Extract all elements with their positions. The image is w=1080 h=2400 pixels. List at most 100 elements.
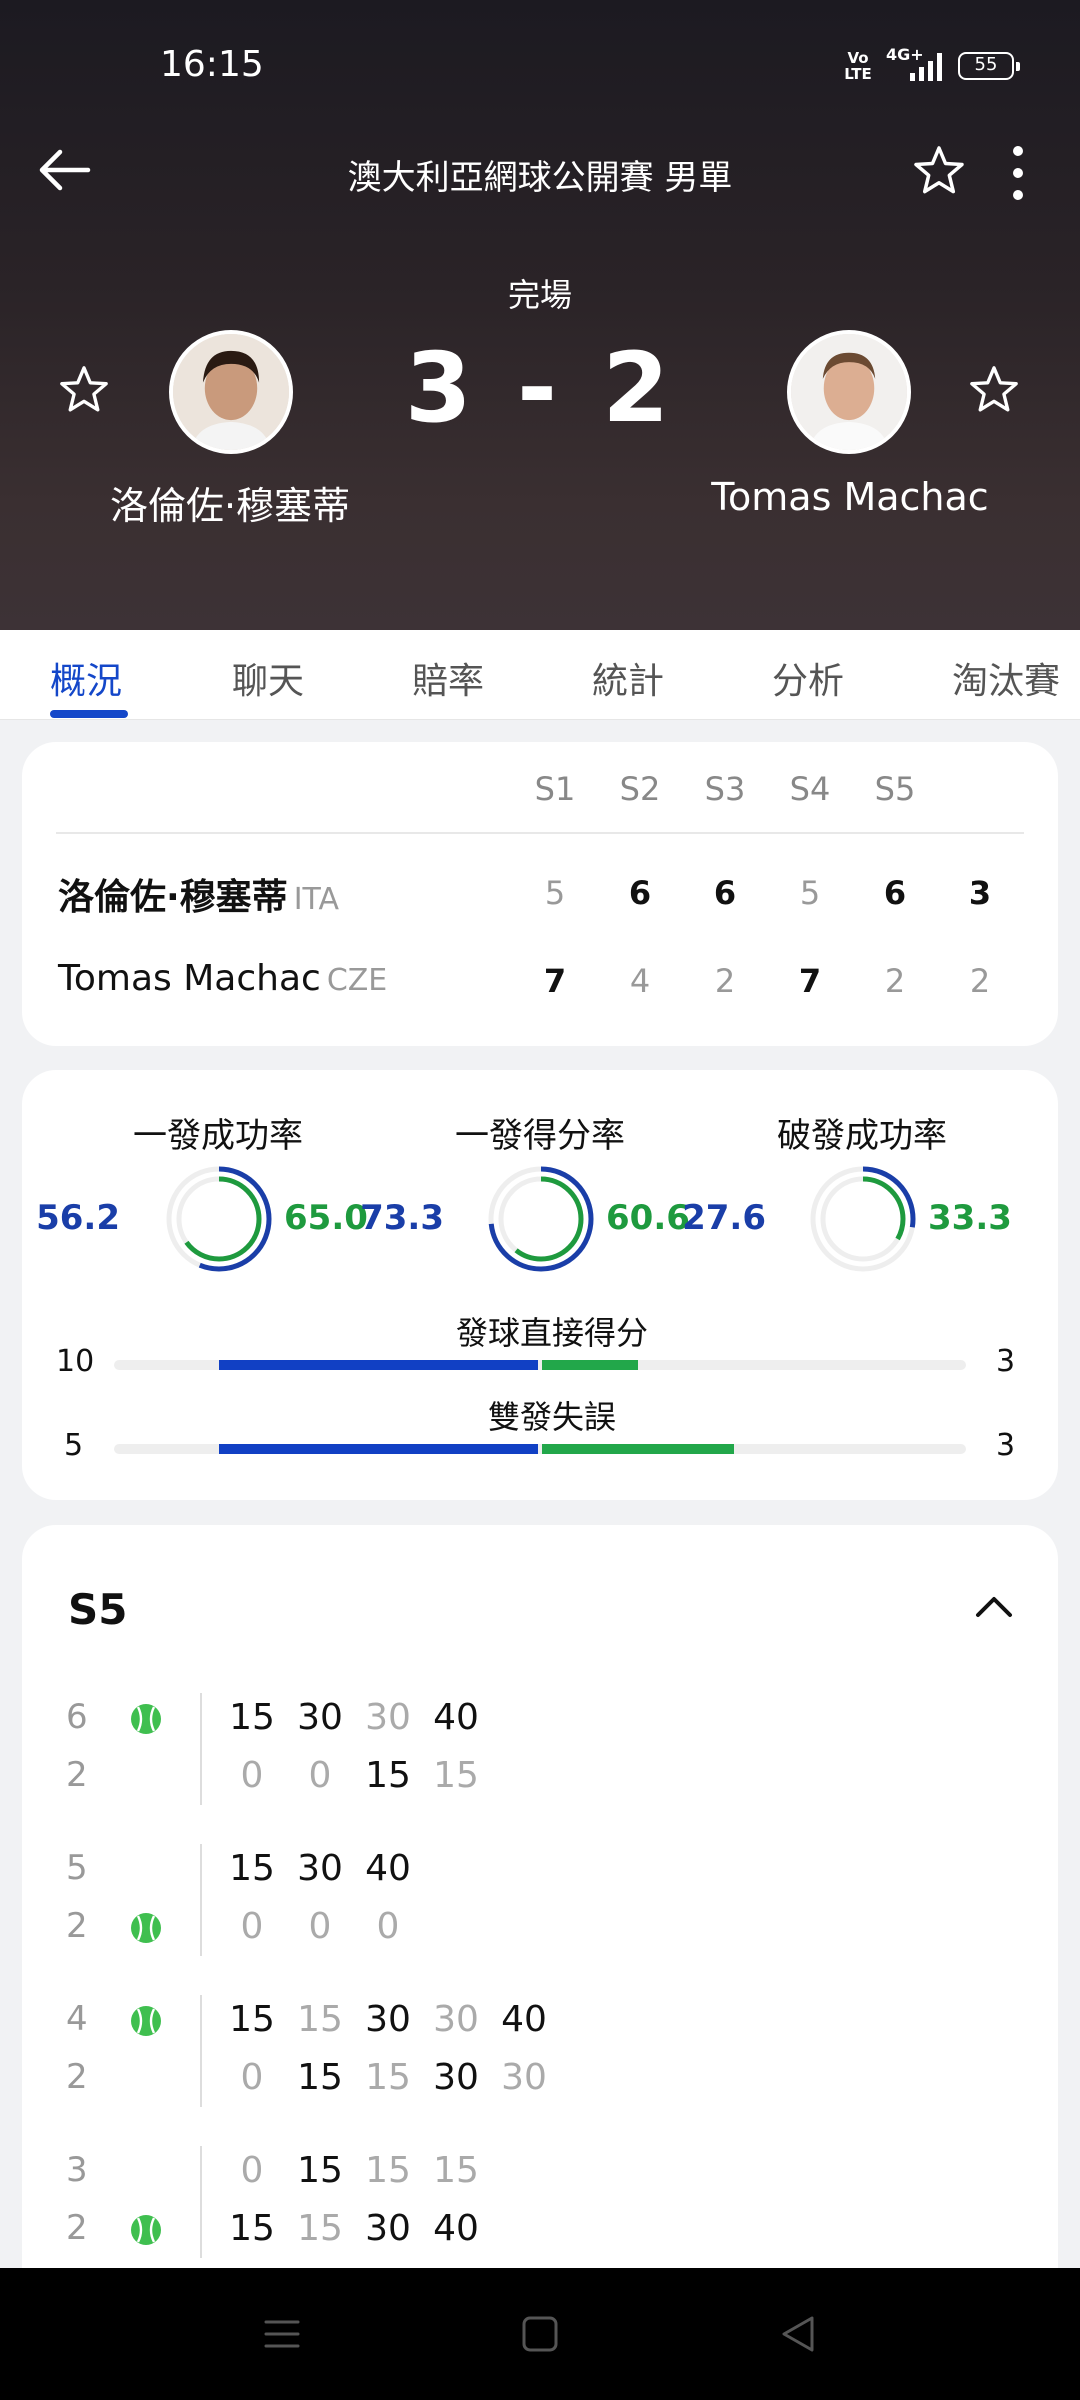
favorite-star-icon[interactable] xyxy=(912,144,966,198)
tournament-title: 澳大利亞網球公開賽 男單 xyxy=(347,158,733,198)
status-icons: Vo LTE 4G+ 55 xyxy=(844,45,1020,83)
set-score: 2 xyxy=(714,962,736,1000)
row-player-country: ITA xyxy=(293,882,340,917)
tab-knockout[interactable]: 淘汰賽 xyxy=(952,652,1060,704)
stat-left-value: 73.3 xyxy=(360,1198,444,1238)
point-score-right: 15 xyxy=(433,1755,479,1796)
point-score-right: 15 xyxy=(365,2057,411,2098)
set-score: 2 xyxy=(884,962,906,1000)
bar-track xyxy=(114,1360,966,1370)
home-icon[interactable] xyxy=(514,2308,566,2360)
current-game-score: 3 xyxy=(968,874,992,912)
tab-analysis[interactable]: 分析 xyxy=(772,652,844,704)
set-detail-title: S5 xyxy=(68,1585,128,1634)
point-score-right: 15 xyxy=(229,2208,275,2249)
point-score-left: 40 xyxy=(365,1848,411,1889)
network-type: 4G+ xyxy=(886,45,924,64)
point-score-left: 15 xyxy=(229,1697,275,1738)
bar-track xyxy=(114,1444,966,1454)
stat-ring xyxy=(166,1166,272,1272)
point-score-left: 30 xyxy=(297,1848,343,1889)
game-count-right: 2 xyxy=(66,1906,88,1946)
battery-icon: 55 xyxy=(958,52,1020,80)
set-header: S2 xyxy=(619,770,661,808)
back-arrow-icon[interactable] xyxy=(36,140,96,200)
tennis-ball-serve-icon xyxy=(131,2215,161,2245)
set-score: 7 xyxy=(798,962,822,1000)
tennis-ball-serve-icon xyxy=(131,1913,161,1943)
point-score-right: 40 xyxy=(433,2208,479,2249)
stat-ring xyxy=(488,1166,594,1272)
game-count-left: 5 xyxy=(66,1848,88,1888)
player-right-avatar[interactable] xyxy=(787,330,911,454)
point-score-left: 15 xyxy=(229,1848,275,1889)
game-divider xyxy=(200,1995,202,2107)
point-score-left: 40 xyxy=(501,1999,547,2040)
back-icon[interactable] xyxy=(772,2308,824,2360)
match-status: 完場 xyxy=(507,276,572,314)
set-score: 6 xyxy=(628,874,652,912)
tab-statistics[interactable]: 統計 xyxy=(592,652,664,704)
set-header: S4 xyxy=(789,770,831,808)
point-score-left: 15 xyxy=(297,2150,343,2191)
game-count-left: 3 xyxy=(66,2150,88,2190)
follow-left-player-star-icon[interactable] xyxy=(58,364,110,416)
player-right-name[interactable]: Tomas Machac xyxy=(670,475,1030,519)
point-score-right: 30 xyxy=(433,2057,479,2098)
point-score-left: 40 xyxy=(433,1697,479,1738)
row-player-name: 洛倫佐·穆塞蒂 xyxy=(58,877,288,918)
stat-left-value: 27.6 xyxy=(682,1198,766,1238)
follow-right-player-star-icon[interactable] xyxy=(968,364,1020,416)
game-count-left: 4 xyxy=(66,1999,88,2039)
chevron-up-icon[interactable] xyxy=(972,1585,1016,1629)
set-score: 5 xyxy=(799,874,821,912)
bar-right-value: 3 xyxy=(996,1344,1016,1379)
bar-right-fill xyxy=(542,1444,734,1454)
set-score: 6 xyxy=(883,874,907,912)
point-score-right: 0 xyxy=(376,1906,400,1947)
point-score-left: 15 xyxy=(433,2150,479,2191)
bar-right-value: 3 xyxy=(996,1428,1016,1463)
menu-icon[interactable] xyxy=(256,2308,308,2360)
set-score: 7 xyxy=(543,962,567,1000)
point-score-right: 30 xyxy=(501,2057,547,2098)
set-score: 6 xyxy=(713,874,737,912)
player-left-avatar[interactable] xyxy=(169,330,293,454)
point-score-left: 0 xyxy=(240,2150,264,2191)
point-score-right: 0 xyxy=(308,1906,332,1947)
set-score: 5 xyxy=(544,874,566,912)
tab-chat[interactable]: 聊天 xyxy=(232,652,304,704)
bar-right-fill xyxy=(542,1360,638,1370)
tab-odds[interactable]: 賠率 xyxy=(412,652,484,704)
point-score-left: 15 xyxy=(229,1999,275,2040)
more-options-icon[interactable] xyxy=(1000,146,1036,200)
set-header: S1 xyxy=(534,770,576,808)
point-score-right: 0 xyxy=(240,1906,264,1947)
row-player-name: Tomas Machac xyxy=(58,958,321,999)
point-score-right: 15 xyxy=(297,2208,343,2249)
score-row-player-right: Tomas Machac CZE xyxy=(58,958,387,999)
divider xyxy=(56,832,1024,834)
system-nav-bar xyxy=(0,2268,1080,2400)
bar-stat-title: 發球直接得分 xyxy=(455,1314,648,1352)
tab-overview[interactable]: 概況 xyxy=(50,652,122,704)
current-game-score: 2 xyxy=(969,962,991,1000)
stat-title: 一發得分率 xyxy=(455,1116,625,1156)
set-header: S5 xyxy=(874,770,916,808)
match-score: 3 - 2 xyxy=(404,332,676,444)
point-score-left: 30 xyxy=(433,1999,479,2040)
set-score: 4 xyxy=(629,962,651,1000)
stat-title: 一發成功率 xyxy=(133,1116,303,1156)
volte-icon: Vo LTE xyxy=(844,49,872,83)
player-left-name[interactable]: 洛倫佐·穆塞蒂 xyxy=(50,475,410,530)
bar-stat-title: 雙發失誤 xyxy=(487,1398,616,1436)
stats-card: 一發成功率 一發得分率 破發成功率 56.2 65.0 73.3 60.6 27… xyxy=(22,1070,1058,1500)
game-count-right: 2 xyxy=(66,2057,88,2097)
bar-left-fill xyxy=(218,1444,538,1454)
stat-left-value: 56.2 xyxy=(36,1198,120,1238)
set-header: S3 xyxy=(704,770,746,808)
stat-right-value: 33.3 xyxy=(928,1198,1012,1238)
bar-left-value: 5 xyxy=(64,1428,84,1463)
point-score-left: 30 xyxy=(365,1999,411,2040)
row-player-country: CZE xyxy=(326,963,388,998)
